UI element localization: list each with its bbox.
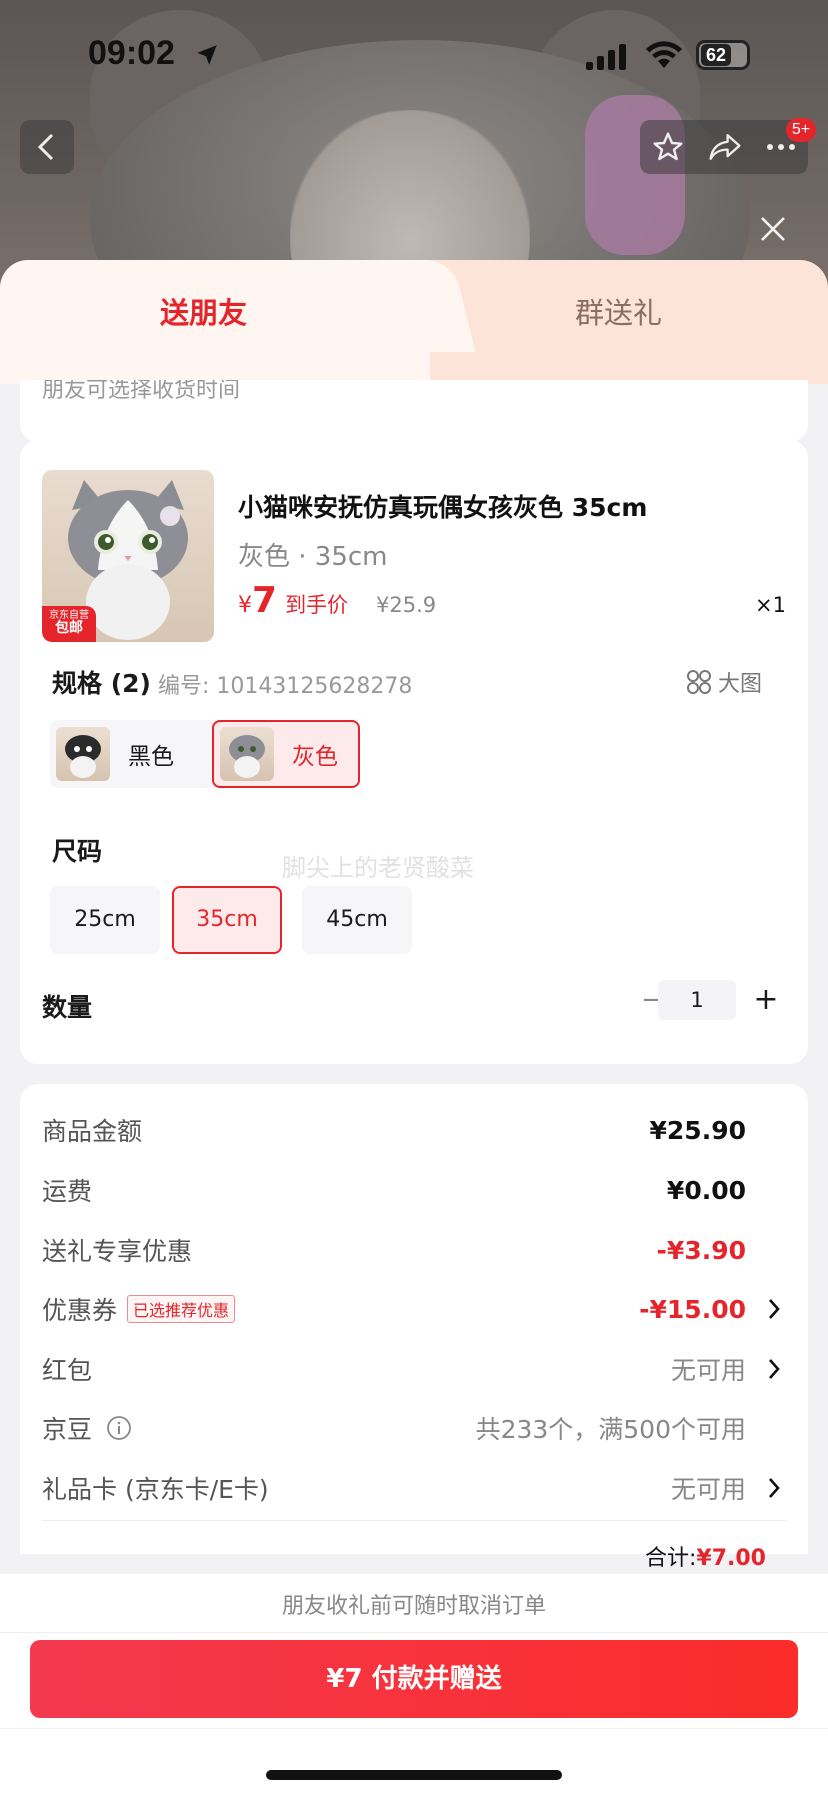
product-hang-tag — [585, 95, 685, 255]
total-label: 合计: — [644, 1546, 697, 1571]
home-indicator[interactable] — [266, 1770, 562, 1780]
original-price: ¥25.9 — [376, 593, 437, 617]
divider — [0, 1728, 828, 1729]
location-arrow-icon — [197, 45, 217, 65]
tab-group-gift[interactable]: 群送礼 — [575, 290, 662, 332]
shipping-value: ¥0.00 — [666, 1175, 746, 1205]
chevron-right-icon — [769, 1359, 780, 1379]
gift-discount-value: -¥3.90 — [656, 1235, 746, 1265]
large-image-label: 大图 — [718, 672, 763, 697]
product-code: 编号: 10143125628278 — [158, 674, 413, 699]
item-quantity: ×1 — [755, 593, 786, 617]
quantity-plus-button[interactable]: + — [746, 980, 786, 1020]
red-packet-value: 无可用 — [670, 1356, 746, 1385]
color-label-grey: 灰色 — [292, 744, 338, 770]
row-gift-discount: 送礼专享优惠 -¥3.90 — [42, 1230, 786, 1270]
info-icon[interactable] — [106, 1415, 132, 1441]
price-value: 7 — [252, 580, 278, 621]
status-bar: 09:02 62 — [0, 0, 828, 110]
jingdou-value: 共233个，满500个可用 — [475, 1415, 746, 1444]
quantity-input[interactable]: 1 — [658, 980, 736, 1020]
red-packet-label: 红包 — [42, 1356, 93, 1385]
product-title: 小猫咪安抚仿真玩偶女孩灰色 35cm — [238, 493, 648, 522]
product-thumbnail: 京东自营 包邮 — [42, 470, 214, 642]
back-button[interactable] — [20, 120, 74, 174]
divider — [42, 1520, 786, 1521]
divider — [0, 1632, 828, 1633]
close-icon[interactable] — [756, 212, 790, 246]
top-action-group — [640, 120, 808, 174]
black-cat-thumb — [65, 735, 101, 778]
chevron-right-icon — [769, 1478, 780, 1498]
final-price: ¥7 到手价 — [238, 580, 348, 621]
star-favorite-icon[interactable] — [652, 131, 684, 163]
product-spec: 灰色 · 35cm — [238, 542, 388, 572]
order-total: 合计:¥7.00 — [645, 1540, 766, 1572]
battery-level: 62 — [701, 44, 731, 66]
quantity-title: 数量 — [42, 993, 93, 1022]
row-jingdou: 京豆 共233个，满500个可用 — [42, 1408, 786, 1448]
product-card: 京东自营 包邮 小猫咪安抚仿真玩偶女孩灰色 35cm 灰色 · 35cm ¥7 到… — [20, 440, 808, 1064]
cancel-note: 朋友收礼前可随时取消订单 — [281, 1594, 546, 1619]
spec-title: 规格 (2) — [52, 669, 151, 698]
tab-send-friend[interactable]: 送朋友 — [160, 290, 247, 332]
share-icon[interactable] — [708, 132, 742, 162]
delivery-note-card: 朋友可选择收货时间 — [20, 380, 808, 442]
color-option-grey[interactable]: 灰色 — [212, 720, 360, 788]
goods-amount-label: 商品金额 — [42, 1117, 143, 1146]
shipping-label: 运费 — [42, 1177, 93, 1206]
message-count-badge: 5+ — [786, 118, 816, 142]
row-goods-amount: 商品金额 ¥25.90 — [42, 1110, 786, 1150]
coupon-label: 优惠券 — [42, 1296, 118, 1325]
jingdou-label: 京豆 — [42, 1415, 93, 1444]
gift-sheet: 送朋友 群送礼 朋友可选择收货时间 京东自营 包邮 小猫咪安抚仿真玩偶女孩灰色 … — [0, 260, 828, 1795]
self-operated-tag: 京东自营 包邮 — [42, 606, 96, 642]
status-time: 09:02 — [88, 34, 175, 72]
row-red-packet[interactable]: 红包 无可用 — [42, 1349, 786, 1389]
color-option-black[interactable]: 黑色 — [50, 720, 216, 788]
size-title: 尺码 — [52, 837, 103, 866]
total-value: ¥7.00 — [696, 1546, 766, 1571]
gift-discount-label: 送礼专享优惠 — [42, 1237, 193, 1266]
pay-and-gift-button[interactable]: ¥7 付款并赠送 — [30, 1640, 798, 1718]
chevron-left-icon — [37, 133, 54, 161]
price-symbol: ¥ — [238, 593, 252, 618]
free-shipping-label: 包邮 — [55, 620, 83, 636]
size-option-25cm[interactable]: 25cm — [50, 886, 160, 954]
wifi-icon — [646, 41, 682, 68]
row-gift-card[interactable]: 礼品卡 (京东卡/E卡) 无可用 — [42, 1468, 786, 1508]
price-label: 到手价 — [285, 593, 349, 617]
delivery-note-text: 朋友可选择收货时间 — [42, 380, 241, 403]
battery-icon: 62 — [696, 40, 750, 70]
coupon-recommended-tag: 已选推荐优惠 — [127, 1295, 236, 1323]
row-shipping: 运费 ¥0.00 — [42, 1170, 786, 1210]
cost-summary-card: 商品金额 ¥25.90 运费 ¥0.00 送礼专享优惠 -¥3.90 优惠券 已… — [20, 1084, 808, 1571]
grey-cat-thumb — [229, 735, 265, 778]
grid-circles-icon — [687, 670, 711, 694]
goods-amount-value: ¥25.90 — [649, 1115, 746, 1145]
footer-bar: 朋友收礼前可随时取消订单 ¥7 付款并赠送 — [0, 1574, 828, 1795]
large-image-button[interactable]: 大图 — [686, 666, 762, 698]
tab-bar: 送朋友 群送礼 — [0, 260, 828, 384]
gift-card-label: 礼品卡 (京东卡/E卡) — [42, 1475, 269, 1504]
size-option-45cm[interactable]: 45cm — [302, 886, 412, 954]
gift-card-value: 无可用 — [670, 1475, 746, 1504]
color-thumb-black — [56, 727, 110, 781]
cellular-signal-icon — [586, 44, 626, 70]
watermark-text: 脚尖上的老贤酸菜 — [282, 854, 474, 882]
more-icon[interactable] — [766, 142, 796, 152]
chevron-right-icon — [769, 1299, 780, 1319]
coupon-value: -¥15.00 — [639, 1294, 746, 1324]
color-thumb-grey — [220, 727, 274, 781]
size-option-35cm[interactable]: 35cm — [172, 886, 282, 954]
color-label-black: 黑色 — [128, 744, 174, 770]
row-coupon[interactable]: 优惠券 已选推荐优惠 -¥15.00 — [42, 1289, 786, 1329]
